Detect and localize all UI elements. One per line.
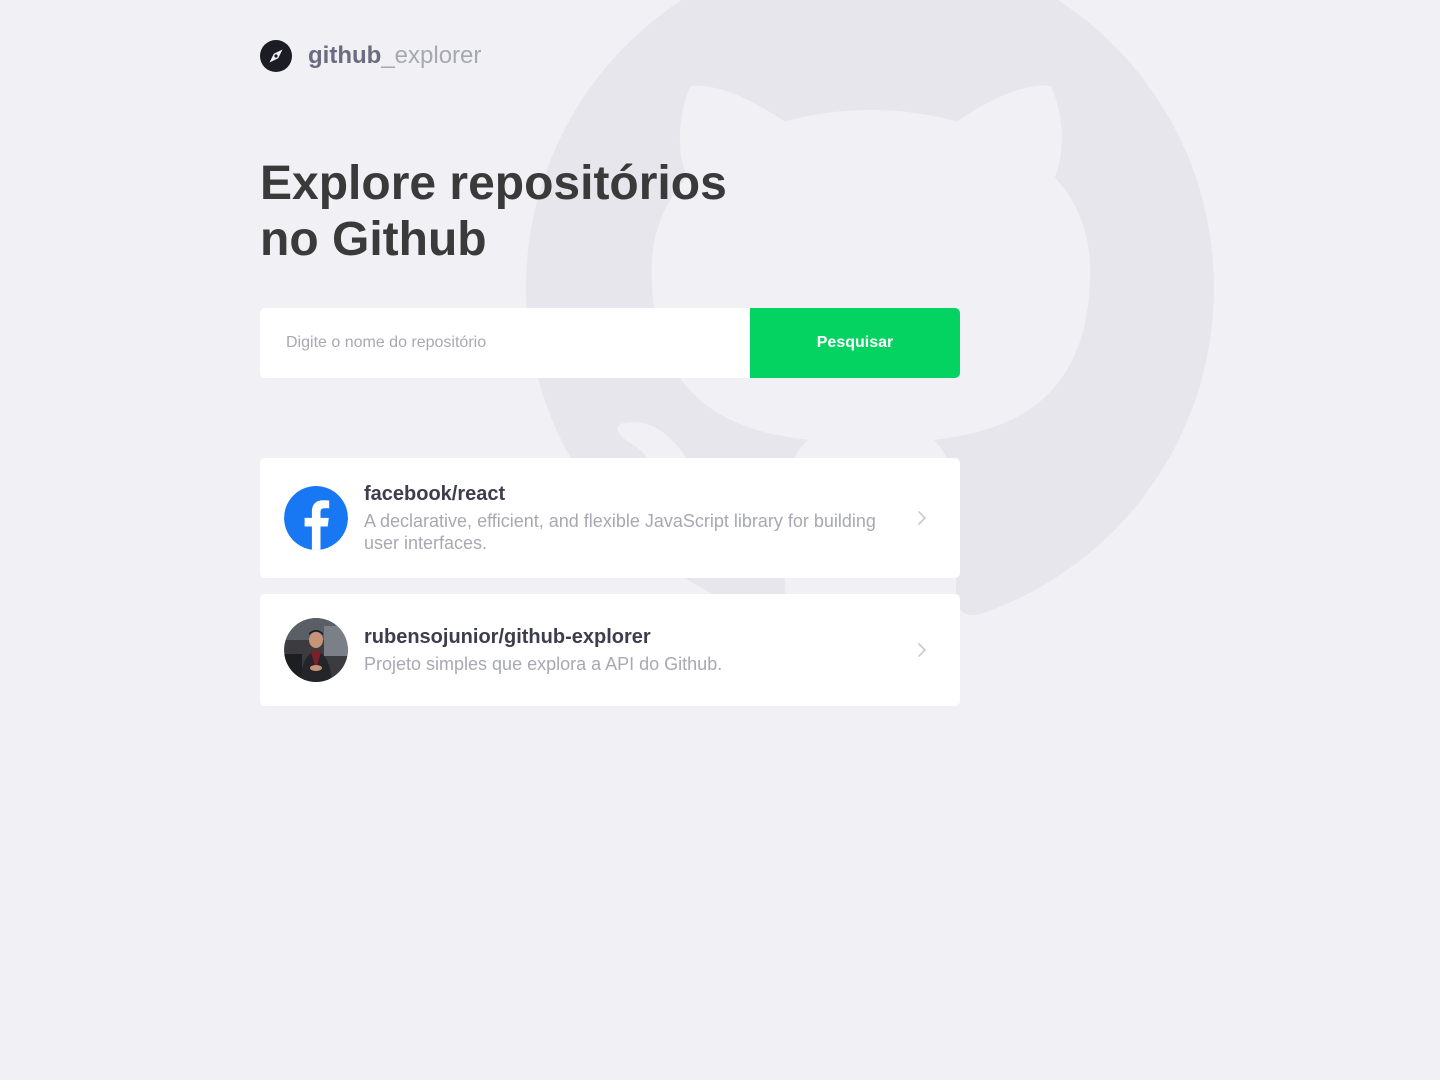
page-title-line-2: no Github: [260, 213, 487, 266]
brand-name: github_explorer: [308, 40, 481, 72]
chevron-right-icon: [918, 511, 926, 525]
brand-name-light: _explorer: [381, 42, 482, 69]
repository-name: facebook/react: [364, 483, 506, 505]
facebook-logo-icon: [284, 486, 348, 550]
search-form: Pesquisar: [260, 308, 960, 378]
repository-description: Projeto simples que explora a API do Git…: [364, 654, 723, 674]
brand-logo[interactable]: github_explorer: [260, 40, 481, 72]
repository-info: facebook/react A declarative, efficient,…: [364, 482, 888, 554]
compass-icon: [260, 40, 292, 72]
repository-description: A declarative, efficient, and flexible J…: [364, 511, 876, 553]
chevron-right-icon: [918, 643, 926, 657]
repository-name: rubensojunior/github-explorer: [364, 626, 651, 648]
repository-item-facebook-react[interactable]: facebook/react A declarative, efficient,…: [260, 458, 960, 578]
search-button[interactable]: Pesquisar: [750, 308, 960, 378]
repository-info: rubensojunior/github-explorer Projeto si…: [364, 625, 888, 675]
repository-list: facebook/react A declarative, efficient,…: [260, 458, 960, 722]
user-avatar: [284, 618, 348, 682]
repository-item-github-explorer[interactable]: rubensojunior/github-explorer Projeto si…: [260, 594, 960, 706]
search-input[interactable]: [260, 308, 750, 378]
brand-name-strong: github: [308, 42, 382, 69]
page-title: Explore repositórios no Github: [260, 156, 740, 268]
page-title-line-1: Explore repositórios: [260, 157, 727, 210]
